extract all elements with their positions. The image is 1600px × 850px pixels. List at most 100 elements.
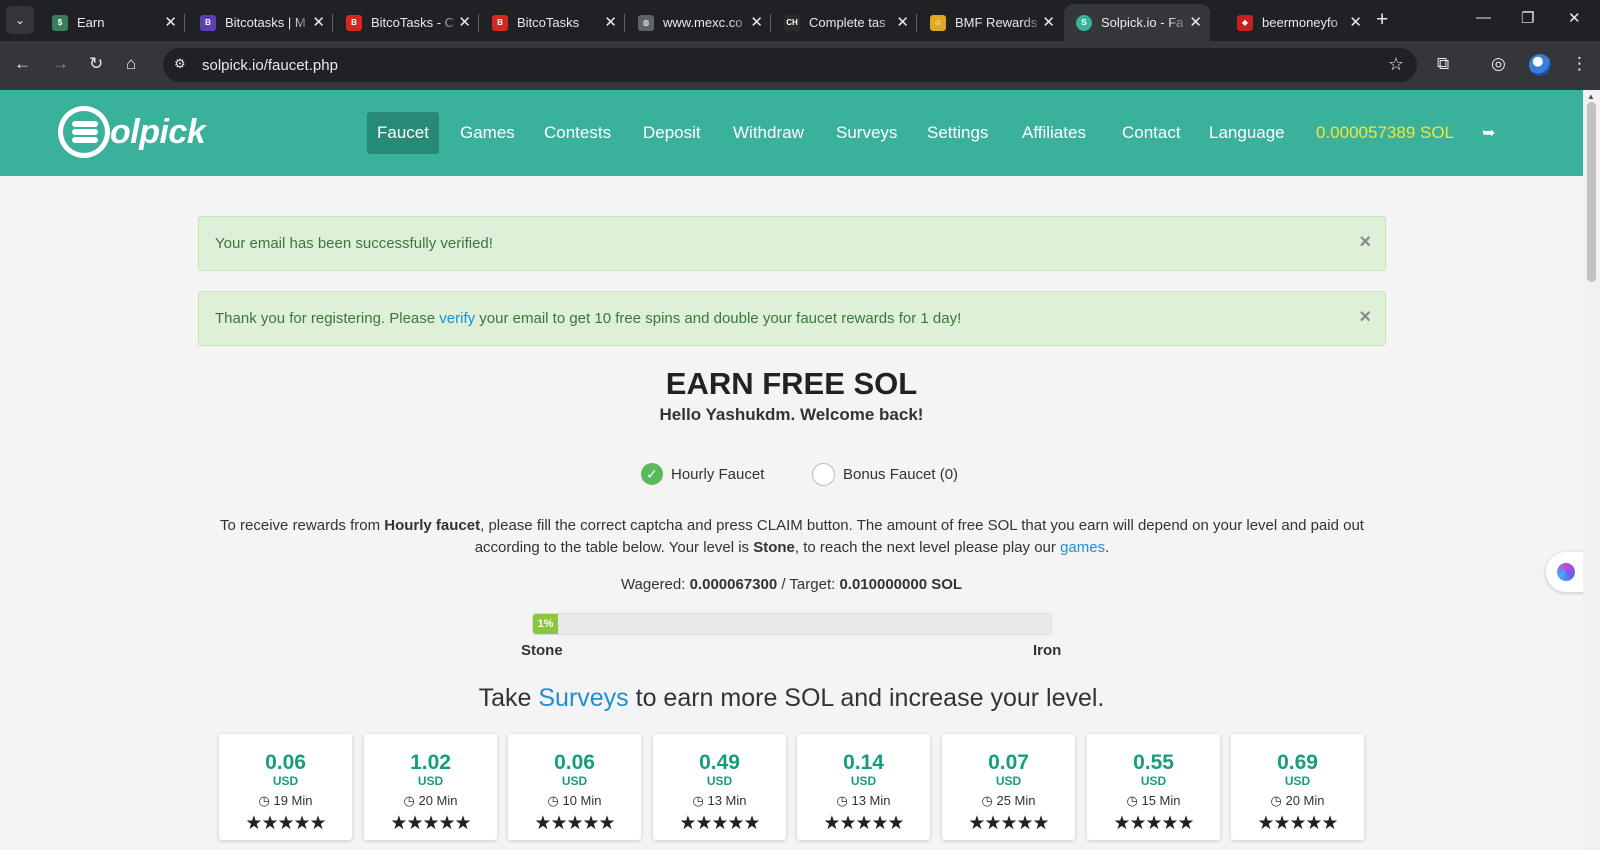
nav-language[interactable]: Language <box>1199 112 1295 154</box>
scrollbar-thumb[interactable] <box>1587 102 1596 282</box>
email-verified-alert: Your email has been successfully verifie… <box>198 216 1386 271</box>
tab-close-icon[interactable]: ✕ <box>750 13 763 31</box>
extensions-puzzle-icon[interactable]: ⧉ <box>1437 54 1449 74</box>
browser-tab-active[interactable]: S Solpick.io - Fa ✕ <box>1064 4 1210 41</box>
offer-time: ◷ 19 Min <box>219 793 352 809</box>
tab-close-icon[interactable]: ✕ <box>896 13 909 31</box>
alert-close-icon[interactable]: × <box>1359 231 1371 254</box>
offer-currency: USD <box>995 774 1022 788</box>
browser-tab[interactable]: ☺ BMF Rewards ✕ <box>918 4 1063 41</box>
offer-time-value: 10 Min <box>562 793 602 808</box>
desc-text: . <box>1105 539 1110 556</box>
survey-offer-card[interactable]: 0.69 USD ◷ 20 Min ★★★★★ <box>1231 734 1364 840</box>
address-bar[interactable]: ⚙ solpick.io/faucet.php ☆ <box>163 48 1417 82</box>
logo-text: olpick <box>110 112 206 151</box>
offer-currency: USD <box>850 774 877 788</box>
hourly-faucet-option[interactable]: ✓ Hourly Faucet <box>641 463 764 485</box>
bonus-faucet-option[interactable]: Bonus Faucet (0) <box>812 463 958 486</box>
minimize-icon[interactable]: — <box>1476 9 1491 26</box>
beermoney-favicon-icon: ◆ <box>1237 14 1253 31</box>
offer-time: ◷ 10 Min <box>508 793 641 809</box>
nav-settings[interactable]: Settings <box>917 112 998 154</box>
tab-close-icon[interactable]: ✕ <box>1349 13 1362 31</box>
browser-tab[interactable]: B BitcoTasks ✕ <box>480 4 625 41</box>
clock-icon: ◷ <box>1270 793 1286 808</box>
offer-rating-stars: ★★★★★ <box>1257 813 1338 834</box>
survey-offer-card[interactable]: 0.14 USD ◷ 13 Min ★★★★★ <box>797 734 930 840</box>
level-name: Stone <box>753 539 795 556</box>
tab-close-icon[interactable]: ✕ <box>1189 13 1202 31</box>
tab-close-icon[interactable]: ✕ <box>458 13 471 31</box>
browser-menu-kebab-icon[interactable]: ⋮ <box>1571 54 1588 74</box>
assistant-widget[interactable] <box>1546 552 1586 592</box>
page-scrollbar[interactable]: ▲ <box>1583 90 1600 850</box>
nav-surveys[interactable]: Surveys <box>826 112 907 154</box>
solpick-logo[interactable]: olpick <box>58 106 206 158</box>
offer-amount: 0.07 <box>988 751 1029 774</box>
survey-offer-card[interactable]: 0.49 USD ◷ 13 Min ★★★★★ <box>653 734 786 840</box>
logout-icon[interactable]: ➥ <box>1482 123 1495 143</box>
nav-contests[interactable]: Contests <box>534 112 621 154</box>
browser-tab[interactable]: $ Earn ✕ <box>40 4 185 41</box>
restore-icon[interactable]: ❐ <box>1521 9 1534 27</box>
browser-tab[interactable]: B BitcoTasks - C ✕ <box>334 4 479 41</box>
offer-rating-stars: ★★★★★ <box>823 813 904 834</box>
cointiply-favicon-icon: CH <box>784 14 800 31</box>
browser-tab[interactable]: B Bitcotasks | M ✕ <box>188 4 333 41</box>
nav-deposit[interactable]: Deposit <box>633 112 711 154</box>
browser-tab[interactable]: ◆ beermoneyfo ✕ <box>1225 4 1370 41</box>
surveys-link[interactable]: Surveys <box>538 684 628 712</box>
tab-title: BitcoTasks <box>517 15 580 30</box>
brain-icon <box>1557 563 1575 581</box>
tab-close-icon[interactable]: ✕ <box>312 13 325 31</box>
bonus-faucet-label: Bonus Faucet (0) <box>843 466 959 483</box>
offer-amount: 0.69 <box>1277 751 1318 774</box>
earn-favicon-icon: $ <box>52 14 68 31</box>
bookmark-star-icon[interactable]: ☆ <box>1388 54 1404 75</box>
nav-contact[interactable]: Contact <box>1112 112 1191 154</box>
reload-icon[interactable]: ↻ <box>89 54 103 74</box>
tab-search-chevron-icon[interactable]: ⌄ <box>6 6 34 34</box>
browser-tab[interactable]: CH Complete tas ✕ <box>772 4 917 41</box>
surveys-text: to earn more SOL and increase your level… <box>628 684 1105 712</box>
nav-faucet[interactable]: Faucet <box>367 112 439 154</box>
tab-separator <box>624 14 625 32</box>
tab-separator <box>478 14 479 32</box>
offer-time-value: 13 Min <box>707 793 747 808</box>
alert-text: your email to get 10 free spins and doub… <box>475 310 962 327</box>
address-bar-url[interactable]: solpick.io/faucet.php <box>202 57 338 74</box>
verify-link[interactable]: verify <box>439 310 475 327</box>
survey-offer-card[interactable]: 0.55 USD ◷ 15 Min ★★★★★ <box>1087 734 1220 840</box>
tab-close-icon[interactable]: ✕ <box>164 13 177 31</box>
window-close-icon[interactable]: ✕ <box>1568 9 1581 27</box>
offer-amount: 0.14 <box>843 751 884 774</box>
games-link[interactable]: games <box>1060 539 1105 556</box>
nav-withdraw[interactable]: Withdraw <box>723 112 814 154</box>
alert-text: Thank you for registering. Please <box>215 310 440 327</box>
survey-offer-card[interactable]: 0.07 USD ◷ 25 Min ★★★★★ <box>942 734 1075 840</box>
survey-offer-card[interactable]: 1.02 USD ◷ 20 Min ★★★★★ <box>364 734 497 840</box>
clock-icon: ◷ <box>403 793 419 808</box>
alert-close-icon[interactable]: × <box>1359 306 1371 329</box>
tab-close-icon[interactable]: ✕ <box>604 13 617 31</box>
browser-tab-bar: ⌄ $ Earn ✕ B Bitcotasks | M ✕ B BitcoTas… <box>0 0 1600 41</box>
back-arrow-icon[interactable]: ← <box>14 54 31 74</box>
home-icon[interactable]: ⌂ <box>126 54 136 74</box>
tab-separator <box>770 14 771 32</box>
nav-games[interactable]: Games <box>450 112 525 154</box>
survey-offer-card[interactable]: 0.06 USD ◷ 10 Min ★★★★★ <box>508 734 641 840</box>
profile-avatar[interactable] <box>1529 54 1551 76</box>
forward-arrow-icon[interactable]: → <box>52 54 69 74</box>
browser-tab[interactable]: ◍ www.mexc.co ✕ <box>626 4 771 41</box>
scroll-up-arrow-icon[interactable]: ▲ <box>1587 92 1595 101</box>
wagered-label: Wagered: <box>620 576 690 593</box>
balance-display[interactable]: 0.000057389 SOL <box>1306 112 1464 154</box>
performance-icon[interactable]: ◎ <box>1491 54 1506 74</box>
tab-close-icon[interactable]: ✕ <box>1042 13 1055 31</box>
clock-icon: ◷ <box>258 793 274 808</box>
nav-affiliates[interactable]: Affiliates <box>1012 112 1096 154</box>
new-tab-plus-icon[interactable]: + <box>1376 8 1388 32</box>
site-settings-icon[interactable]: ⚙ <box>174 56 186 72</box>
offer-rating-stars: ★★★★★ <box>679 813 760 834</box>
survey-offer-card[interactable]: 0.06 USD ◷ 19 Min ★★★★★ <box>219 734 352 840</box>
